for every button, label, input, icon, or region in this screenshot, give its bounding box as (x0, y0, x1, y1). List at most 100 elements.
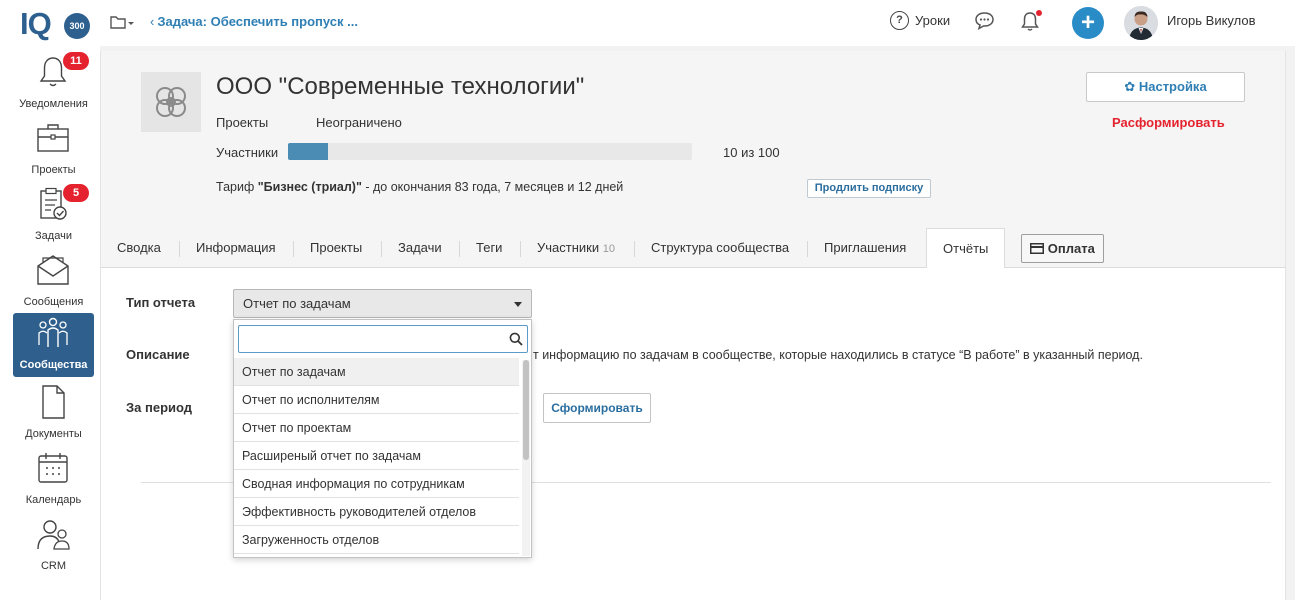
period-label: За период (126, 400, 193, 415)
dropdown-option[interactable]: Расширеный отчет по задачам (234, 442, 519, 470)
payment-button[interactable]: Оплата (1021, 234, 1104, 263)
sidebar-item-label: Проекты (31, 164, 76, 176)
report-type-label: Тип отчета (126, 295, 196, 310)
report-type-select[interactable]: Отчет по задачам (233, 289, 532, 318)
dropdown-scrollbar[interactable] (522, 360, 530, 556)
settings-label: Настройка (1138, 79, 1207, 94)
credit-card-icon (1030, 241, 1048, 256)
sidebar-item-label: Уведомления (19, 98, 88, 110)
chat-icon[interactable] (974, 11, 995, 31)
lessons-label: Уроки (915, 13, 951, 28)
notifications-badge: 11 (63, 52, 89, 70)
folder-icon (110, 16, 134, 29)
description-label: Описание (126, 347, 190, 362)
sidebar-item-crm[interactable]: CRM (13, 514, 94, 576)
tab-tags[interactable]: Теги (460, 228, 518, 268)
tariff-prefix: Тариф (216, 180, 258, 194)
dropdown-option[interactable]: Отчет по исполнителям (234, 386, 519, 414)
report-type-dropdown: Отчет по задачам Отчет по исполнителям О… (233, 319, 532, 558)
top-bar: IQ 300 ‹ Задача: Обеспечить пропуск ... ?… (0, 0, 1295, 46)
tab-label: Задачи (398, 240, 442, 255)
members-label: Участники (216, 145, 279, 160)
sidebar-item-notifications[interactable]: Уведомления 11 (13, 52, 94, 114)
dropdown-option[interactable]: Загруженность отделов (234, 526, 519, 554)
tab-label: Информация (196, 240, 276, 255)
dropdown-search-input[interactable] (238, 325, 528, 353)
crm-people-icon (37, 520, 70, 550)
tariff-name: "Бизнес (триал)" (257, 180, 362, 194)
sidebar-item-label: Документы (25, 428, 82, 440)
members-progress-fill (288, 143, 329, 160)
sidebar-item-label: Сообщения (23, 296, 84, 308)
logo-badge: 300 (64, 13, 90, 39)
sidebar-item-messages[interactable]: Сообщения (13, 250, 94, 312)
generate-report-button[interactable]: Сформировать (543, 393, 651, 423)
chevron-left-icon: ‹ (150, 14, 155, 29)
calendar-icon (38, 453, 68, 483)
tab-summary[interactable]: Сводка (101, 228, 177, 268)
user-avatar[interactable] (1124, 6, 1158, 40)
community-logo (141, 72, 201, 132)
sidebar: Уведомления 11 Проекты Задачи 5 Сообщени… (0, 46, 100, 600)
app-logo[interactable]: IQ 300 (20, 5, 90, 41)
sidebar-item-label: Задачи (35, 230, 72, 242)
dissolve-community-link[interactable]: Расформировать (1112, 115, 1225, 130)
projects-label: Проекты (216, 115, 269, 130)
document-icon (42, 385, 65, 419)
community-tabs: Сводка Информация Проекты Задачи Теги Уч… (101, 228, 1285, 269)
notification-dot (1036, 10, 1042, 16)
user-name[interactable]: Игорь Викулов (1167, 13, 1256, 28)
folder-menu-button[interactable] (110, 14, 136, 32)
dropdown-option[interactable]: Эффективность руководителей отделов (234, 498, 519, 526)
extend-subscription-button[interactable]: Продлить подписку (807, 179, 931, 198)
dropdown-option[interactable]: Отчет по задачам (234, 358, 519, 386)
sidebar-item-projects[interactable]: Проекты (13, 118, 94, 180)
sidebar-item-label: CRM (40, 560, 67, 572)
sidebar-item-communities[interactable]: Сообщества (13, 313, 94, 377)
members-count: 10 (602, 243, 615, 255)
sidebar-item-documents[interactable]: Документы (13, 382, 94, 444)
tab-label: Приглашения (824, 240, 907, 255)
tab-members[interactable]: Участники 10 (521, 228, 631, 268)
dropdown-option[interactable]: Сводная информация по сотрудникам (234, 470, 519, 498)
help-icon: ? (890, 11, 909, 30)
tariff-suffix: - до окончания 83 года, 7 месяцев и 12 д… (361, 180, 624, 194)
members-progress-bar (288, 143, 692, 160)
lessons-button[interactable]: ? Уроки (890, 11, 950, 30)
tab-label: Участники (537, 240, 600, 255)
projects-value: Неограничено (316, 115, 402, 130)
caret-down-icon (514, 302, 522, 307)
tab-label: Сводка (117, 240, 161, 255)
community-people-icon (38, 317, 68, 347)
breadcrumb-back-link[interactable]: ‹ Задача: Обеспечить пропуск ... (150, 14, 358, 29)
tab-projects[interactable]: Проекты (294, 228, 378, 268)
tab-label: Проекты (310, 240, 363, 255)
members-value: 10 из 100 (723, 145, 780, 160)
tab-label: Отчёты (943, 241, 989, 256)
sidebar-item-tasks[interactable]: Задачи 5 (13, 184, 94, 246)
payment-label: Оплата (1047, 241, 1095, 256)
tab-label: Теги (476, 240, 503, 255)
create-new-button[interactable]: + (1072, 7, 1104, 39)
sidebar-item-calendar[interactable]: Календарь (13, 448, 94, 510)
tab-community-structure[interactable]: Структура сообщества (635, 228, 805, 268)
tariff-info: Тариф "Бизнес (триал)" - до окончания 83… (216, 180, 623, 194)
dropdown-scrollbar-thumb[interactable] (523, 360, 529, 460)
description-text: т информацию по задачам в сообществе, ко… (533, 348, 1143, 362)
report-type-selected-value: Отчет по задачам (243, 296, 351, 311)
tab-tasks[interactable]: Задачи (382, 228, 458, 268)
sidebar-item-label: Календарь (25, 494, 82, 506)
briefcase-icon (37, 124, 69, 152)
tab-invitations[interactable]: Приглашения (808, 228, 922, 268)
community-title: ООО "Современные технологии" (216, 73, 585, 100)
envelope-icon (37, 255, 69, 285)
tab-information[interactable]: Информация (180, 228, 292, 268)
tasks-badge: 5 (63, 184, 89, 202)
gear-icon: ✿ (1124, 79, 1136, 94)
settings-button[interactable]: ✿ Настройка (1086, 72, 1245, 102)
tab-reports[interactable]: Отчёты (926, 228, 1006, 269)
dropdown-option[interactable]: Отчет по проектам (234, 414, 519, 442)
sidebar-item-label: Сообщества (19, 359, 88, 371)
tab-label: Структура сообщества (651, 240, 790, 255)
breadcrumb-text: Задача: Обеспечить пропуск ... (157, 14, 358, 29)
